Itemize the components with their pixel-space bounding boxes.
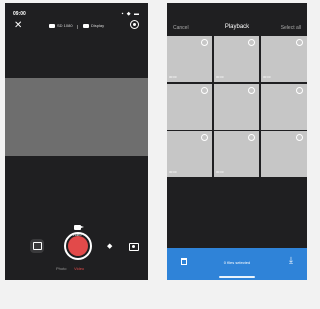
select-circle-icon[interactable] [248,39,255,46]
resolution-label: SD 1080 [57,23,73,28]
photo-mode-tab[interactable]: Photo [56,266,66,271]
select-circle-icon[interactable] [296,39,303,46]
thumbnail-timestamp: 00:00 [216,170,224,174]
divider [77,25,78,29]
select-circle-icon[interactable] [296,86,303,94]
camera-preview [5,78,148,156]
thumbnail[interactable]: 00:00 [167,36,212,82]
status-time: 09:00 [13,11,26,17]
thumbnail[interactable] [214,83,259,130]
thumbnail[interactable] [167,83,212,130]
shutter-button[interactable] [64,232,92,260]
thumbnail-timestamp: 00:00 [169,75,177,79]
thumbnail[interactable]: 00:00 [261,36,307,82]
camera-screen: 09:00 ▪ ◆ ▬ ✕ SD 1080 Display Video ◆ Ph… [5,3,148,280]
select-circle-icon[interactable] [201,134,208,141]
select-circle-icon[interactable] [201,39,208,46]
select-all-button[interactable]: Select all [281,25,301,31]
settings-icon[interactable] [131,21,138,28]
switch-camera-icon[interactable] [129,243,139,251]
status-icons: ▪ ◆ ▬ [121,11,140,17]
thumbnail[interactable] [261,83,307,130]
thumbnail-timestamp: 00:00 [263,75,271,79]
display-icon [83,23,89,28]
resolution-button[interactable]: SD 1080 [49,23,73,28]
gallery-button[interactable] [30,239,44,253]
thumbnail[interactable]: 00:00 [214,36,259,82]
gallery-icon [32,242,42,250]
camera-toolbar: ✕ SD 1080 Display [11,20,142,32]
video-camera-icon [73,225,84,230]
display-label: Display [91,23,105,28]
playback-screen: Cancel Playback Select all 00:00 00:00 00:… [167,3,307,280]
thumbnail-timestamp: 00:00 [216,75,224,79]
action-bar: 0 files selected ⤓ [167,248,307,280]
display-button[interactable]: Display [83,23,104,28]
camera-icon [49,23,55,28]
thumbnail-timestamp: 00:00 [169,170,177,174]
download-icon[interactable]: ⤓ [289,256,293,265]
select-circle-icon[interactable] [296,134,303,141]
layers-icon[interactable]: ◆ [107,243,112,250]
select-circle-icon[interactable] [201,86,208,94]
select-circle-icon[interactable] [248,86,255,94]
selection-count: 0 files selected [223,260,251,265]
home-indicator [219,276,255,278]
video-mode-tab[interactable]: Video [74,266,84,271]
record-indicator [68,236,88,256]
thumbnail-grid: 00:00 00:00 00:00 00:00 00:00 [167,36,307,177]
status-bar: 09:00 ▪ ◆ ▬ [13,11,140,19]
close-icon[interactable]: ✕ [14,20,22,32]
thumbnail[interactable]: 00:00 [167,131,212,177]
thumbnail[interactable] [261,131,307,177]
playback-header: Cancel Playback Select all [167,3,307,36]
thumbnail[interactable]: 00:00 [214,131,259,177]
select-circle-icon[interactable] [248,134,255,141]
